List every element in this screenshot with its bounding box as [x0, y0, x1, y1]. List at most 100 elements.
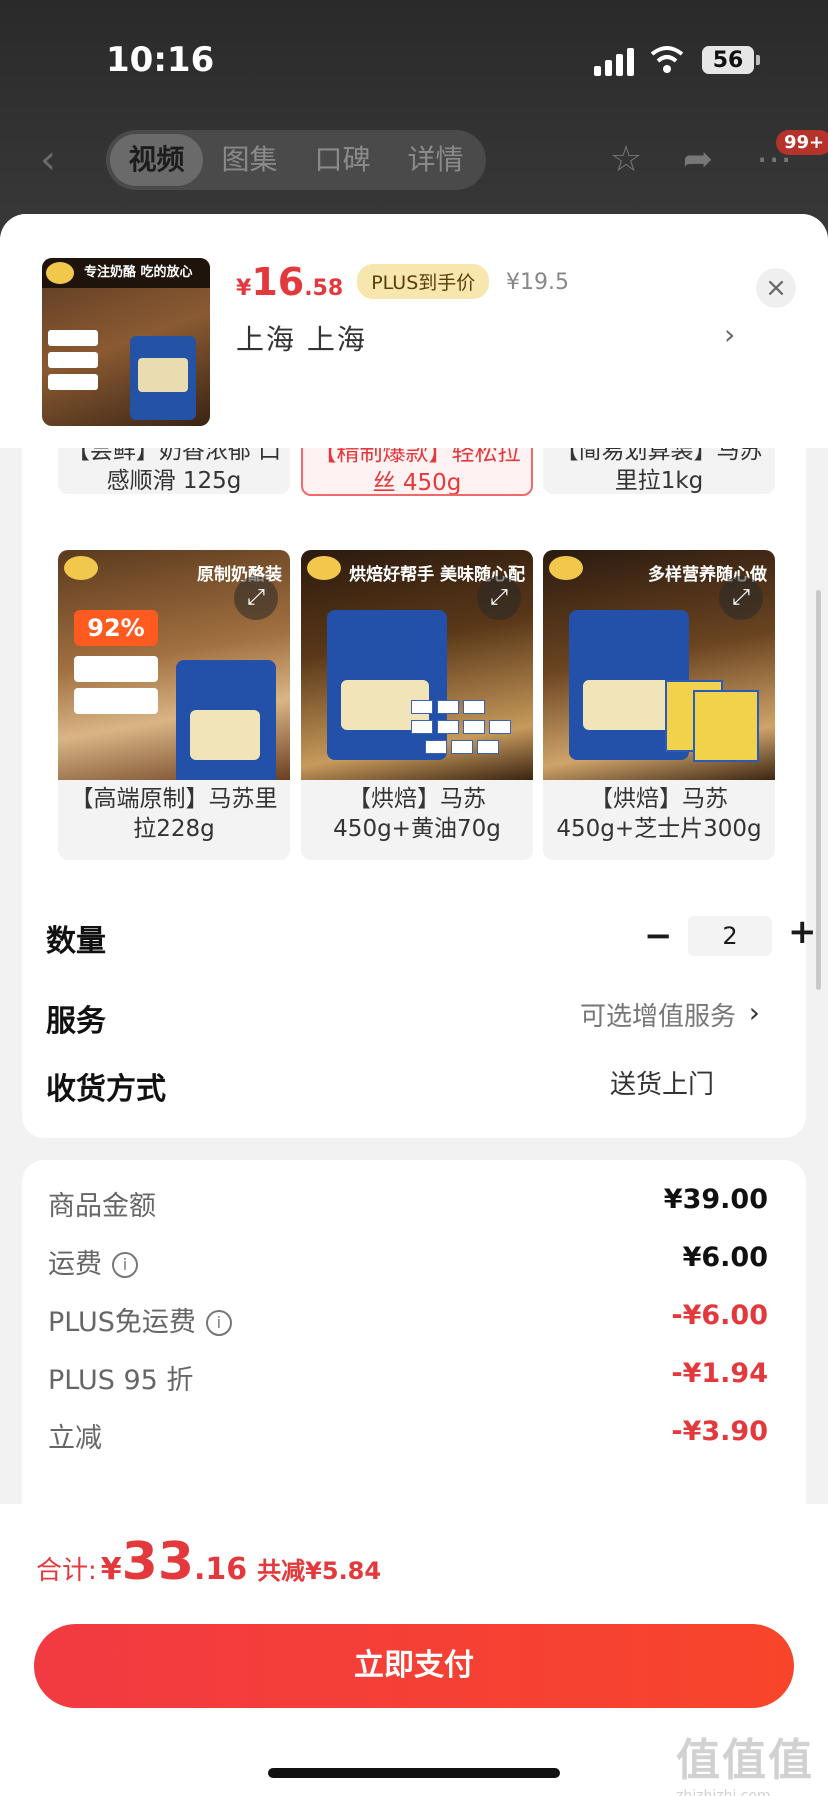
fee-label-text: 立减	[48, 1423, 102, 1454]
quantity-label: 数量	[46, 924, 106, 959]
watermark-url: zhizhizhi.com	[676, 1788, 771, 1796]
brand-logo	[64, 556, 98, 580]
pay-now-button[interactable]: 立即支付	[34, 1624, 794, 1708]
tab-video[interactable]: 视频	[110, 134, 203, 186]
variant-label: 【高端原制】马苏里拉228g	[70, 786, 278, 842]
message-count-badge: 99+	[776, 130, 828, 155]
share-arrow-icon[interactable]: ➦	[676, 138, 720, 182]
fee-label: 立减	[48, 1416, 102, 1455]
butter-box	[463, 700, 485, 714]
cheese-percent-badge: 92%	[74, 610, 158, 646]
nav-tabs: 视频 图集 口碑 详情	[106, 130, 486, 190]
variant-image: 多样营养随心做 ⤢	[543, 550, 775, 780]
expand-icon[interactable]: ⤢	[719, 576, 763, 620]
butter-box	[437, 720, 459, 734]
service-row[interactable]: 服务 可选增值服务 ›	[46, 996, 782, 1046]
total-currency: ¥	[100, 1552, 122, 1587]
brand-logo	[46, 262, 74, 284]
status-bar: 10:16 56	[0, 0, 828, 120]
wifi-icon	[650, 46, 684, 73]
fee-row-subtotal: 商品金额 ¥39.00	[48, 1184, 768, 1224]
fee-row-instant-discount: 立减 -¥3.90	[48, 1416, 768, 1456]
variant-option[interactable]: 原制奶酪装 ⤢ 92% 【高端原制】马苏里拉228g	[58, 550, 290, 860]
scrollbar[interactable]	[816, 590, 821, 990]
product-nav-bar: ‹ 视频 图集 口碑 详情 ☆ ➦ ⋯	[0, 130, 828, 192]
variant-image: 原制奶酪装 ⤢ 92%	[58, 550, 290, 780]
home-indicator[interactable]	[268, 1768, 560, 1778]
chevron-right-icon[interactable]: ›	[724, 318, 735, 351]
butter-box	[437, 700, 459, 714]
original-price: ¥19.5	[506, 270, 569, 295]
fee-value: -¥1.94	[671, 1358, 768, 1389]
shipping-value: 送货上门	[609, 1070, 714, 1100]
butter-box	[425, 740, 447, 754]
fee-label: 商品金额	[48, 1184, 156, 1223]
cellular-signal-icon	[594, 46, 638, 76]
tab-reviews[interactable]: 口碑	[296, 134, 389, 186]
total-savings: 共减¥5.84	[257, 1557, 382, 1585]
fee-value: -¥6.00	[671, 1300, 768, 1331]
expand-icon[interactable]: ⤢	[234, 576, 278, 620]
plus-price-tag: PLUS到手价	[357, 264, 490, 299]
feature-tag	[74, 656, 158, 682]
butter-box	[477, 740, 499, 754]
delivery-address[interactable]: 上海 上海	[236, 318, 367, 358]
butter-box	[463, 720, 485, 734]
product-thumbnail[interactable]: 专注奶酪 吃的放心	[42, 258, 210, 426]
variant-label: 【烘焙】马苏 450g+芝士片300g	[556, 786, 762, 842]
price-currency: ¥	[236, 276, 252, 301]
butter-box	[451, 740, 473, 754]
variant-option[interactable]: 多样营养随心做 ⤢ 【烘焙】马苏 450g+芝士片300g	[543, 550, 775, 860]
watermark-logo: 值值值	[676, 1735, 814, 1786]
butter-box	[411, 700, 433, 714]
fee-row-plus-free-shipping: PLUS免运费 i -¥6.00	[48, 1300, 768, 1340]
shipping-row: 收货方式 送货上门	[46, 1064, 782, 1114]
service-value: 可选增值服务	[579, 1002, 736, 1032]
fee-row-shipping: 运费 i ¥6.00	[48, 1242, 768, 1282]
battery-indicator: 56	[702, 46, 760, 74]
fee-value: ¥39.00	[663, 1184, 768, 1215]
price-integer: 16	[251, 260, 305, 304]
fee-label-text: PLUS 95 折	[48, 1365, 194, 1396]
chevron-right-icon: ›	[748, 996, 760, 1029]
total-integer: 33	[121, 1532, 195, 1592]
fee-label-text: 运费	[48, 1249, 102, 1280]
thumb-tag	[48, 352, 98, 368]
fee-label-text: PLUS免运费	[48, 1307, 196, 1338]
butter-box	[411, 720, 433, 734]
fee-value: -¥3.90	[671, 1416, 768, 1447]
checkout-bar: 合计: ¥ 33 .16 共减¥5.84 立即支付 值值值 zhizhizhi.…	[0, 1504, 828, 1796]
thumb-tag	[48, 330, 98, 346]
fee-label-text: 商品金额	[48, 1191, 156, 1222]
tab-details[interactable]: 详情	[389, 134, 482, 186]
tab-gallery[interactable]: 图集	[203, 134, 296, 186]
brand-logo	[549, 556, 583, 580]
service-label: 服务	[46, 1004, 106, 1039]
info-icon[interactable]: i	[112, 1252, 138, 1278]
info-icon[interactable]: i	[205, 1310, 232, 1336]
price-row: ¥ 16 .58 PLUS到手价	[236, 260, 490, 305]
brand-logo	[307, 556, 341, 580]
expand-icon[interactable]: ⤢	[477, 576, 521, 620]
quantity-decrease-button[interactable]: −	[644, 916, 673, 956]
site-watermark: 值值值 zhizhizhi.com	[676, 1724, 816, 1796]
close-button[interactable]: ×	[756, 268, 796, 308]
total-label: 合计:	[36, 1556, 97, 1586]
feature-tag	[74, 688, 158, 714]
package-window	[583, 680, 671, 730]
cheese-slice-pack	[693, 690, 759, 762]
variant-option[interactable]: 烘焙好帮手 美味随心配 ⤢ 【烘焙】马苏 450g+黄油70g	[301, 550, 533, 860]
back-arrow-icon[interactable]: ‹	[40, 140, 80, 180]
quantity-input[interactable]: 2	[688, 916, 772, 956]
fee-row-plus-discount: PLUS 95 折 -¥1.94	[48, 1358, 768, 1398]
quantity-increase-button[interactable]: +	[788, 912, 817, 952]
sheet-header: 专注奶酪 吃的放心 ¥ 16 .58 PLUS到手价 ¥19.5 × 上海 上海…	[0, 214, 828, 448]
favorite-star-icon[interactable]: ☆	[604, 138, 648, 182]
price-decimal: .58	[304, 276, 344, 301]
variant-image: 烘焙好帮手 美味随心配 ⤢	[301, 550, 533, 780]
fee-label: 运费 i	[48, 1242, 138, 1281]
butter-box	[489, 720, 511, 734]
thumb-tag	[48, 374, 98, 390]
total-amount: 合计: ¥ 33 .16 共减¥5.84	[36, 1532, 381, 1592]
variant-label: 【烘焙】马苏 450g+黄油70g	[333, 786, 501, 842]
